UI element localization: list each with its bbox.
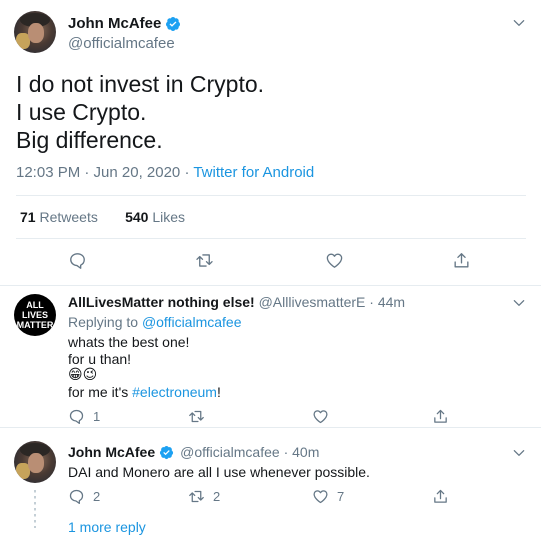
like-button[interactable]: 7 xyxy=(312,488,344,505)
chevron-down-icon[interactable] xyxy=(512,16,526,30)
more-replies-link[interactable]: 1 more reply xyxy=(68,519,146,535)
heart-icon xyxy=(313,410,328,424)
reply-icon xyxy=(70,253,85,269)
reply-count: 1 xyxy=(93,409,101,424)
chevron-down-icon[interactable] xyxy=(512,446,526,460)
like-button[interactable] xyxy=(325,251,344,270)
author-name[interactable]: AllLivesMatter nothing else! xyxy=(68,294,255,310)
retweet-button[interactable]: 2 xyxy=(188,488,220,505)
avatar[interactable] xyxy=(14,11,56,53)
reply-icon xyxy=(69,409,84,425)
author-name-text[interactable]: John McAfee xyxy=(68,15,161,32)
reply-icon xyxy=(69,489,84,505)
divider xyxy=(16,195,526,196)
author-handle-time[interactable]: @officialmcafee · 40m xyxy=(180,444,319,460)
reply-button[interactable]: 2 xyxy=(68,488,100,505)
share-icon xyxy=(434,489,447,503)
divider xyxy=(0,427,541,428)
like-count: 7 xyxy=(337,489,345,504)
verified-badge-icon xyxy=(160,445,174,459)
tweet-text: I do not invest in Crypto. I use Crypto.… xyxy=(16,70,264,154)
verified-badge-icon xyxy=(166,16,181,31)
reply-button[interactable] xyxy=(68,251,87,270)
likes-stat[interactable]: 540 Likes xyxy=(125,209,185,225)
emoji: 😁😉 xyxy=(68,366,98,382)
engagement-stats: 71 Retweets 540 Likes xyxy=(20,209,185,225)
reply-header: AllLivesMatter nothing else! @Alllivesma… xyxy=(68,294,405,310)
heart-icon xyxy=(326,253,343,268)
author-handle-time[interactable]: @AlllivesmatterE · 44m xyxy=(259,294,405,310)
replying-to: Replying to @officialmcafee xyxy=(68,314,242,330)
reply-header: John McAfee @officialmcafee · 40m xyxy=(68,444,319,460)
avatar-logo-text: ALL LIVES MATTER xyxy=(16,300,54,330)
retweet-icon xyxy=(189,410,204,423)
hashtag-link[interactable]: #electroneum xyxy=(132,384,217,400)
timestamp[interactable]: 12:03 PM · Jun 20, 2020 · xyxy=(16,164,193,181)
author-name[interactable]: John McAfee xyxy=(68,15,181,32)
retweet-button[interactable] xyxy=(188,408,205,425)
share-button[interactable] xyxy=(432,488,449,505)
reply-count: 2 xyxy=(93,489,101,504)
author-handle[interactable]: @officialmcafee xyxy=(68,35,175,52)
tweet-meta: 12:03 PM · Jun 20, 2020 · Twitter for An… xyxy=(16,164,314,181)
main-tweet: John McAfee @officialmcafee I do not inv… xyxy=(0,0,541,285)
retweet-icon xyxy=(189,490,204,503)
divider xyxy=(0,285,541,286)
share-button[interactable] xyxy=(452,251,471,270)
tweet-line: I do not invest in Crypto. xyxy=(16,71,265,97)
chevron-down-icon[interactable] xyxy=(512,296,526,310)
reply-text-line: whats the best one! xyxy=(68,334,190,350)
tweet-line: Big difference. xyxy=(16,127,163,153)
retweet-count: 2 xyxy=(213,489,221,504)
share-icon xyxy=(454,253,469,268)
source-link[interactable]: Twitter for Android xyxy=(193,164,314,181)
heart-icon xyxy=(313,490,328,504)
thread-connector xyxy=(34,490,36,528)
mention-link[interactable]: @officialmcafee xyxy=(142,314,242,330)
like-button[interactable] xyxy=(312,408,329,425)
author-name[interactable]: John McAfee xyxy=(68,444,155,460)
retweet-button[interactable] xyxy=(195,251,214,270)
reply-text-line: DAI and Monero are all I use whenever po… xyxy=(68,464,370,480)
divider xyxy=(16,238,526,239)
avatar[interactable] xyxy=(14,441,56,483)
retweets-stat[interactable]: 71 Retweets xyxy=(20,209,98,225)
tweet-line: I use Crypto. xyxy=(16,99,147,125)
retweet-icon xyxy=(196,254,213,267)
reply-text-line: for u than! xyxy=(68,351,132,367)
avatar[interactable]: ALL LIVES MATTER xyxy=(14,294,56,336)
share-icon xyxy=(434,409,447,423)
reply-button[interactable]: 1 xyxy=(68,408,100,425)
share-button[interactable] xyxy=(432,408,449,425)
reply-text-line: for me it's #electroneum! xyxy=(68,384,221,400)
